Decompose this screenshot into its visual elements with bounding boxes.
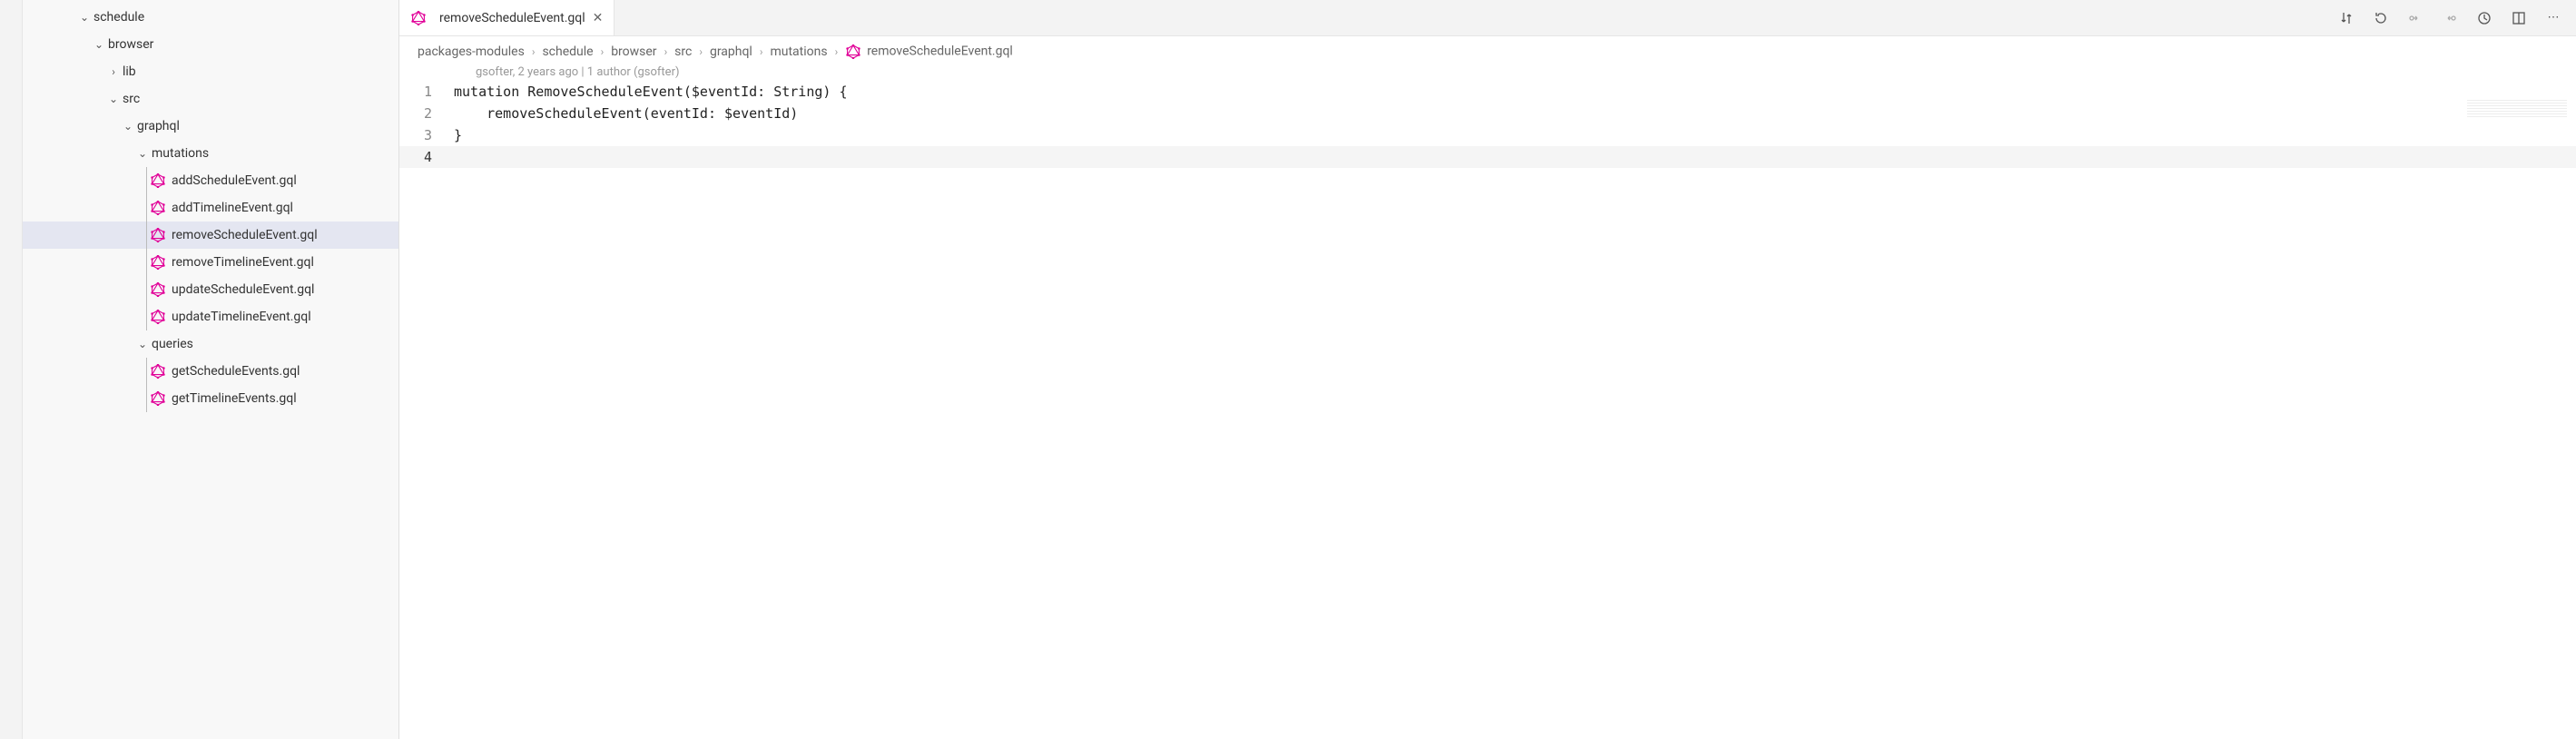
breadcrumb-label: browser	[611, 44, 656, 59]
breadcrumb-label: schedule	[542, 44, 593, 59]
line-number: 3	[399, 124, 454, 146]
tree-label: getScheduleEvents.gql	[172, 364, 300, 379]
chevron-down-icon[interactable]: ⌄	[121, 120, 135, 133]
tree-label: addTimelineEvent.gql	[172, 201, 293, 215]
file-explorer[interactable]: ⌄schedule⌄browser›lib⌄src⌄graphql⌄mutati…	[23, 0, 399, 739]
graphql-icon	[410, 10, 427, 26]
revert-icon[interactable]	[2373, 10, 2389, 26]
tree-label: updateScheduleEvent.gql	[172, 282, 314, 297]
activity-bar	[0, 0, 23, 739]
breadcrumb-schedule[interactable]: schedule	[542, 44, 593, 59]
folder-mutations[interactable]: ⌄mutations	[23, 140, 398, 167]
tree-label: queries	[152, 337, 193, 351]
line-number: 2	[399, 103, 454, 124]
next-change-icon[interactable]	[2442, 10, 2458, 26]
chevron-right-icon: ›	[699, 45, 703, 58]
graphql-icon	[150, 172, 166, 189]
tree-label: lib	[123, 64, 136, 79]
code-line[interactable]: 4	[399, 146, 2576, 168]
tree-label: getTimelineEvents.gql	[172, 391, 297, 406]
breadcrumb-packages-modules[interactable]: packages-modules	[418, 44, 525, 59]
file-updateTimelineEvent.gql[interactable]: updateTimelineEvent.gql	[23, 303, 398, 330]
graphql-icon	[150, 363, 166, 379]
chevron-down-icon[interactable]: ⌄	[77, 11, 92, 24]
chevron-down-icon[interactable]: ⌄	[135, 147, 150, 160]
graphql-icon	[150, 254, 166, 271]
chevron-right-icon: ›	[835, 45, 839, 58]
tree-label: graphql	[137, 119, 180, 133]
tree-label: src	[123, 92, 140, 106]
code-line[interactable]: 2 removeScheduleEvent(eventId: $eventId)	[399, 103, 2576, 124]
breadcrumb-graphql[interactable]: graphql	[710, 44, 752, 59]
code-text[interactable]: mutation RemoveScheduleEvent($eventId: S…	[454, 81, 847, 103]
timeline-icon[interactable]	[2476, 10, 2492, 26]
chevron-down-icon[interactable]: ⌄	[135, 338, 150, 350]
graphql-icon	[150, 200, 166, 216]
chevron-right-icon: ›	[601, 45, 605, 58]
gitlens-annotation: gsofter, 2 years ago | 1 author (gsofter…	[399, 64, 2576, 81]
folder-browser[interactable]: ⌄browser	[23, 31, 398, 58]
chevron-down-icon[interactable]: ⌄	[92, 38, 106, 51]
code-area[interactable]: gsofter, 2 years ago | 1 author (gsofter…	[399, 64, 2576, 739]
breadcrumb-label: removeScheduleEvent.gql	[867, 44, 1013, 59]
split-editor-icon[interactable]	[2511, 10, 2527, 26]
chevron-down-icon[interactable]: ⌄	[106, 93, 121, 105]
file-removeScheduleEvent.gql[interactable]: removeScheduleEvent.gql	[23, 222, 398, 249]
file-getScheduleEvents.gql[interactable]: getScheduleEvents.gql	[23, 358, 398, 385]
line-number: 4	[399, 146, 454, 168]
graphql-icon	[845, 44, 861, 60]
graphql-icon	[150, 390, 166, 407]
code-line[interactable]: 3}	[399, 124, 2576, 146]
folder-lib[interactable]: ›lib	[23, 58, 398, 85]
chevron-right-icon[interactable]: ›	[106, 65, 121, 78]
tree-label: schedule	[93, 10, 144, 25]
chevron-right-icon: ›	[664, 45, 668, 58]
chevron-right-icon: ›	[760, 45, 763, 58]
breadcrumb-mutations[interactable]: mutations	[770, 44, 827, 59]
tree-label: addScheduleEvent.gql	[172, 173, 297, 188]
graphql-icon	[150, 227, 166, 243]
folder-graphql[interactable]: ⌄graphql	[23, 113, 398, 140]
file-addScheduleEvent.gql[interactable]: addScheduleEvent.gql	[23, 167, 398, 194]
compare-changes-icon[interactable]	[2338, 10, 2355, 26]
folder-queries[interactable]: ⌄queries	[23, 330, 398, 358]
graphql-icon	[150, 309, 166, 325]
breadcrumbs[interactable]: packages-modules › schedule › browser › src › gr…	[399, 36, 2576, 64]
tab-active[interactable]: removeScheduleEvent.gql ✕	[399, 0, 615, 35]
file-updateScheduleEvent.gql[interactable]: updateScheduleEvent.gql	[23, 276, 398, 303]
tab-bar: removeScheduleEvent.gql ✕ ⋯	[399, 0, 2576, 36]
tree-label: mutations	[152, 146, 209, 161]
code-text[interactable]: }	[454, 124, 462, 146]
breadcrumb-label: mutations	[770, 44, 827, 59]
breadcrumb-label: graphql	[710, 44, 752, 59]
tree-label: updateTimelineEvent.gql	[172, 310, 311, 324]
breadcrumb-removeScheduleEvent.gql[interactable]: removeScheduleEvent.gql	[845, 44, 1013, 60]
tree-label: removeScheduleEvent.gql	[172, 228, 318, 242]
breadcrumb-label: packages-modules	[418, 44, 525, 59]
prev-change-icon[interactable]	[2407, 10, 2424, 26]
breadcrumb-label: src	[674, 44, 692, 59]
folder-schedule[interactable]: ⌄schedule	[23, 4, 398, 31]
file-addTimelineEvent.gql[interactable]: addTimelineEvent.gql	[23, 194, 398, 222]
line-number: 1	[399, 81, 454, 103]
code-text[interactable]: removeScheduleEvent(eventId: $eventId)	[454, 103, 798, 124]
file-getTimelineEvents.gql[interactable]: getTimelineEvents.gql	[23, 385, 398, 412]
code-line[interactable]: 1mutation RemoveScheduleEvent($eventId: …	[399, 81, 2576, 103]
tree-label: removeTimelineEvent.gql	[172, 255, 314, 270]
folder-src[interactable]: ⌄src	[23, 85, 398, 113]
editor-actions: ⋯	[2324, 0, 2576, 35]
close-icon[interactable]: ✕	[593, 11, 604, 25]
breadcrumb-browser[interactable]: browser	[611, 44, 656, 59]
more-actions-icon[interactable]: ⋯	[2545, 10, 2561, 26]
editor-pane: removeScheduleEvent.gql ✕ ⋯ packages-mod…	[399, 0, 2576, 739]
chevron-right-icon: ›	[532, 45, 536, 58]
minimap[interactable]	[2467, 100, 2567, 118]
file-removeTimelineEvent.gql[interactable]: removeTimelineEvent.gql	[23, 249, 398, 276]
tree-label: browser	[108, 37, 153, 52]
tab-label: removeScheduleEvent.gql	[439, 11, 585, 25]
breadcrumb-src[interactable]: src	[674, 44, 692, 59]
graphql-icon	[150, 281, 166, 298]
